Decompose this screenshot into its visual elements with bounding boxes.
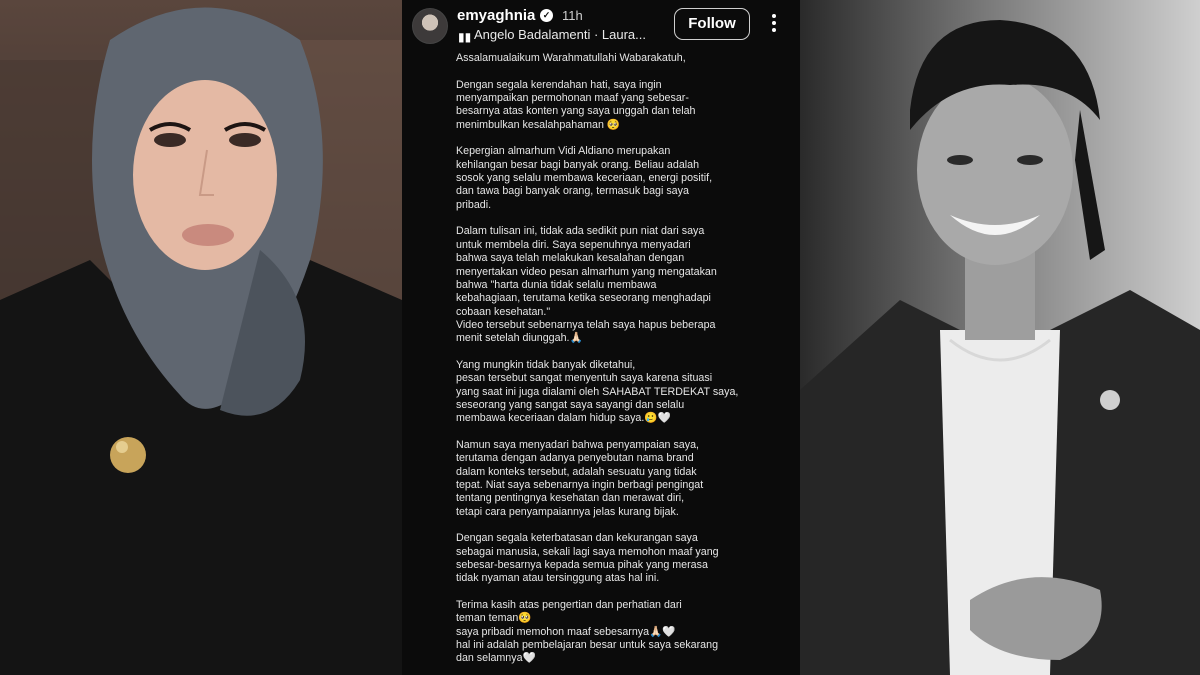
caption-line: teman teman🥺 <box>456 612 532 625</box>
caption-line: kebahagiaan, terutama ketika seseorang m… <box>456 292 711 305</box>
caption-line: pesan tersebut sangat menyentuh saya kar… <box>456 372 713 385</box>
caption-line: Yang mungkin tidak banyak diketahui, <box>456 358 636 371</box>
caption-line: seseorang yang sangat saya sayangi dan s… <box>456 398 685 411</box>
instagram-story-panel: emyaghnia ✓ 11h ▮▮ Angelo Badalamenti · … <box>402 0 800 675</box>
caption-line: Video tersebut sebenarnya telah saya hap… <box>456 318 716 331</box>
caption-line: yang saat ini juga dialami oleh SAHABAT … <box>456 385 739 398</box>
story-header: emyaghnia ✓ 11h ▮▮ Angelo Badalamenti · … <box>402 0 800 52</box>
caption-line: dan selamnya🤍 <box>456 652 536 665</box>
caption-line: Kepergian almarhum Vidi Aldiano merupaka… <box>456 145 671 158</box>
caption-line: hal ini adalah pembelajaran besar untuk … <box>456 639 719 652</box>
story-timestamp: 11h <box>562 8 583 23</box>
caption-line: bahwa saya telah melakukan kesalahan den… <box>456 252 685 265</box>
caption-line: Dalam tulisan ini, tidak ada sedikit pun… <box>456 225 705 238</box>
caption-line: pribadi. <box>456 198 492 211</box>
caption-line: saya pribadi memohon maaf sebesarnya🙏🏻🤍 <box>456 625 676 638</box>
man-portrait-illustration <box>800 20 1200 675</box>
caption-line: Namun saya menyadari bahwa penyampaian s… <box>456 438 699 451</box>
caption-line: Assalamualaikum Warahmatullahi Wabarakat… <box>456 52 686 64</box>
caption-line: sebagai manusia, sekali lagi saya memoho… <box>456 545 719 558</box>
caption-line: menit setelah diunggah.🙏🏻 <box>456 332 583 345</box>
caption-line: besarnya atas konten yang saya unggah da… <box>456 105 696 118</box>
caption-line: Terima kasih atas pengertian dan perhati… <box>456 599 682 612</box>
music-note-icon: ▮▮ <box>458 30 472 44</box>
caption-line: Dengan segala kerendahan hati, saya ingi… <box>456 78 662 91</box>
caption-line: dalam konteks tersebut, adalah sesuatu y… <box>456 465 697 478</box>
verified-badge-icon: ✓ <box>540 9 553 22</box>
caption-line: bahwa "harta dunia tidak selalu membawa <box>456 278 657 291</box>
avatar[interactable] <box>412 8 448 44</box>
caption-line: kehilangan besar bagi banyak orang. Beli… <box>456 158 700 171</box>
caption-line: menyampaikan permohonan maaf yang sebesa… <box>456 92 689 105</box>
right-photo <box>800 0 1200 675</box>
caption-line: tentang pentingnya kesehatan dan merawat… <box>456 492 685 505</box>
caption-line: sebesar-besarnya kepada semua pihak yang… <box>456 559 708 572</box>
caption-line: tidak nyaman atau tersinggung atas hal i… <box>456 572 660 585</box>
caption-line: dan tawa bagi banyak orang, termasuk bag… <box>456 185 689 198</box>
woman-portrait-illustration <box>0 7 402 675</box>
story-music-label[interactable]: Angelo Badalamenti · Laura... <box>474 27 646 42</box>
caption-line: membawa keceriaan dalam hidup saya.🥲🤍 <box>456 412 671 425</box>
story-username[interactable]: emyaghnia <box>457 7 535 24</box>
caption-line: menyertakan video pesan almarhum yang me… <box>456 265 717 278</box>
caption-line: untuk membela diri. Saya sepenuhnya meny… <box>456 238 691 251</box>
caption-line: sosok yang selalu membawa keceriaan, ene… <box>456 172 713 185</box>
caption-line: Dengan segala keterbatasan dan kekuranga… <box>456 532 698 545</box>
caption-line: cobaan kesehatan." <box>456 305 551 318</box>
story-caption-text: Assalamualaikum Warahmatullahi Wabarakat… <box>456 52 756 666</box>
left-photo <box>0 0 402 675</box>
caption-line: tepat. Niat saya sebenarnya ingin berbag… <box>456 479 704 491</box>
caption-line: terutama dengan adanya penyebutan nama b… <box>456 452 694 465</box>
follow-button[interactable]: Follow <box>674 8 750 40</box>
more-vertical-icon[interactable] <box>768 12 780 36</box>
caption-line: tetapi cara penyampaiannya jelas kurang … <box>456 505 679 518</box>
caption-line: menimbulkan kesalahpahaman 🥺 <box>456 118 621 131</box>
